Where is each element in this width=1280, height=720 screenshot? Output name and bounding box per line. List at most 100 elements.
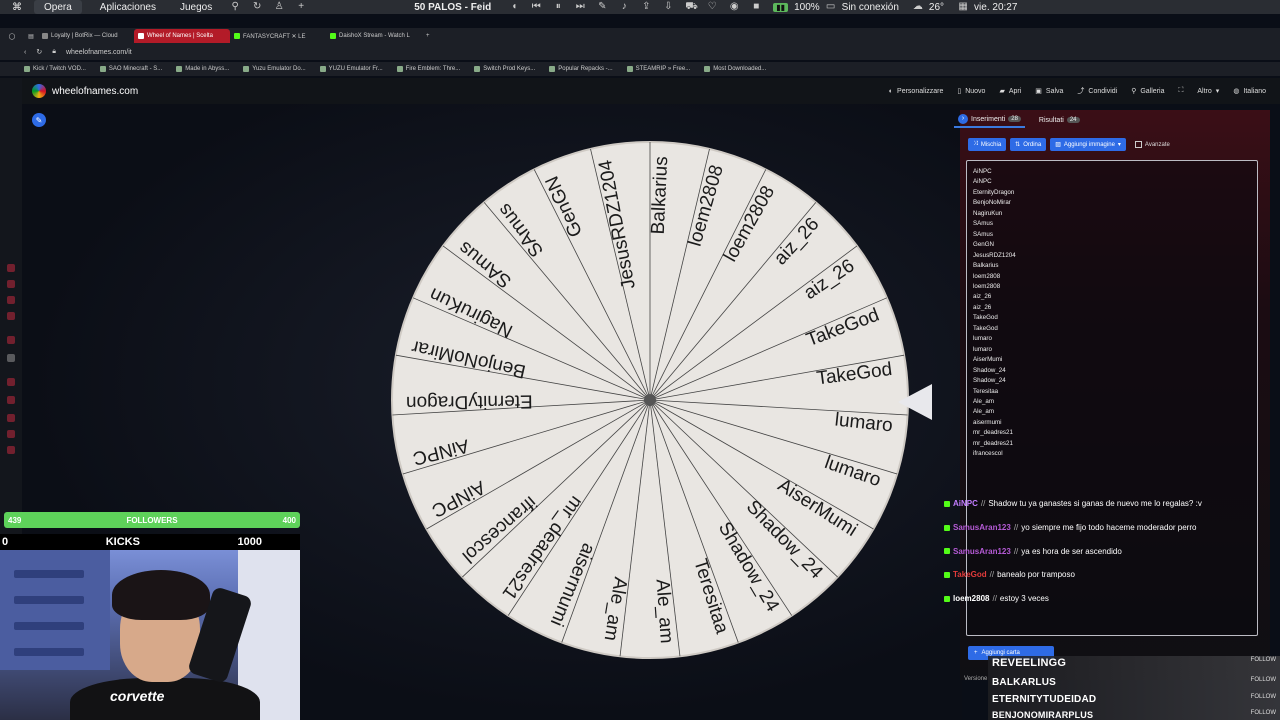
bookmark-item[interactable]: Switch Prod Keys... [474,66,535,72]
entry-line[interactable]: AiNPC [973,177,1016,187]
entry-line[interactable]: loem2808 [973,272,1016,282]
pause-icon[interactable]: ⏸ [553,2,563,12]
sidebar-app-icon[interactable] [7,280,15,288]
app-juegos[interactable]: Juegos [168,0,224,14]
upload-icon[interactable]: ⇪ [641,2,651,12]
new-tab-icon[interactable]: + [426,33,430,39]
entry-line[interactable]: lumaro [973,345,1016,355]
chat-username[interactable]: TakeGod [953,570,987,579]
reload-icon[interactable]: ↻ [36,48,42,56]
menu-save[interactable]: ▣ Salva [1035,86,1063,96]
chat-username[interactable]: AiNPC [953,499,978,508]
menu-customize[interactable]: ◐ Personalizzare [889,86,944,96]
tiktok-icon[interactable]: ♪ [619,2,629,12]
camera-icon[interactable]: ■ [751,2,761,12]
sidebar-app-icon[interactable] [7,430,15,438]
entry-line[interactable]: Shadow_24 [973,376,1016,386]
sidebar-app-icon[interactable] [7,264,15,272]
os-menu-icon[interactable]: ⌘ [0,0,34,14]
heart-icon[interactable]: ♡ [707,2,717,12]
edge-icon[interactable]: ◉ [729,2,739,12]
chat-username[interactable]: loem2808 [953,594,989,603]
pen-icon[interactable]: ✎ [597,2,607,12]
menu-share[interactable]: ⤴ Condividi [1077,86,1117,96]
bookmark-item[interactable]: Yuzu Emulator Do... [243,66,306,72]
site-logo[interactable]: wheelofnames.com [32,84,138,98]
sidebar-app-icon[interactable] [7,396,15,404]
sidebar-app-icon[interactable] [7,312,15,320]
app-opera[interactable]: Opera [34,0,82,14]
sidebar-app-icon[interactable] [7,414,15,422]
entry-line[interactable]: SAmus [973,230,1016,240]
chat-username[interactable]: SamusAran123 [953,547,1011,556]
bookmark-item[interactable]: Made in Abyss... [176,66,229,72]
back-icon[interactable]: ‹ [24,49,26,56]
volume-icon[interactable]: ◖ [509,2,519,12]
menu-language[interactable]: ◍ Italiano [1233,86,1266,96]
entry-line[interactable]: loem2808 [973,282,1016,292]
entry-line[interactable]: aisermumi [973,418,1016,428]
monitor-icon[interactable]: ▭ [826,2,836,12]
plus-icon[interactable]: + [296,2,306,12]
entry-line[interactable]: GenGN [973,240,1016,250]
bookmark-item[interactable]: YUZU Emulator Fr... [319,66,383,72]
bookmark-item[interactable]: Most Downloaded... [704,66,766,72]
wheel-hub[interactable] [644,394,656,406]
entry-line[interactable]: BenjoNoMirar [973,198,1016,208]
advanced-checkbox[interactable]: Avanzate [1130,138,1175,151]
app-aplicaciones[interactable]: Aplicaciones [88,0,168,14]
opera-icon[interactable]: ◯ [0,33,24,40]
name-wheel[interactable]: aisermumimr_deadres21ifrancescolAiNPCAiN… [388,138,912,662]
entry-line[interactable]: Shadow_24 [973,366,1016,376]
entry-line[interactable]: AiserMumi [973,355,1016,365]
refresh-icon[interactable]: ↻ [252,2,262,12]
menu-more[interactable]: Altro ▾ [1197,86,1219,96]
tab-fantasycraft[interactable]: FANTASYCRAFT ✕ LE [230,29,326,43]
entry-line[interactable]: Ale_am [973,407,1016,417]
sort-button[interactable]: ⇅ Ordina [1010,138,1047,151]
bookmark-item[interactable]: Kick / Twitch VOD... [24,66,86,72]
fullscreen-button[interactable]: ⛶ [1178,86,1183,96]
entry-line[interactable]: SAmus [973,219,1016,229]
bookmark-item[interactable]: Popular Repacks -... [549,66,613,72]
sidebar-app-icon[interactable] [7,336,15,344]
add-image-button[interactable]: ▨ Aggiungi immagine ▾ [1050,138,1126,151]
sidebar-app-icon[interactable] [7,296,15,304]
entry-line[interactable]: EternityDragon [973,188,1016,198]
edit-pencil-button[interactable]: ✎ [32,113,46,127]
entry-line[interactable]: mr_deadres21 [973,439,1016,449]
menu-new[interactable]: ▯ Nuovo [957,86,985,96]
menu-gallery[interactable]: ⚲ Galleria [1131,86,1164,96]
entry-line[interactable]: aiz_26 [973,303,1016,313]
cart-icon[interactable]: ⛟ [685,2,698,12]
link-icon[interactable]: ⚲ [230,2,240,12]
prev-icon[interactable]: ⏮ [531,2,541,12]
entry-line[interactable]: ifrancescol [973,449,1016,459]
settings-icon[interactable] [7,446,15,454]
bookmark-item[interactable]: SAO Minecraft - S... [99,66,162,72]
tab-loyalty[interactable]: Loyalty | BotRix — Cloud [38,29,134,43]
menu-open[interactable]: ▰ Apri [999,86,1021,96]
sidebar-app-icon[interactable] [7,378,15,386]
tab-entries[interactable]: › Inserimenti 28 [954,112,1025,128]
shuffle-button[interactable]: ⤨ Mischia [968,138,1007,151]
entry-line[interactable]: mr_deadres21 [973,428,1016,438]
tab-wheel-of-names[interactable]: Wheel of Names | Scelta [134,29,230,43]
chat-username[interactable]: SamusAran123 [953,523,1011,532]
bookmark-item[interactable]: STEAMRIP » Free... [626,66,690,72]
entry-line[interactable]: TakeGod [973,313,1016,323]
entry-line[interactable]: Teresitaa [973,387,1016,397]
download-icon[interactable]: ⇩ [663,2,673,12]
entry-line[interactable]: Ale_am [973,397,1016,407]
entry-line[interactable]: aiz_26 [973,292,1016,302]
tab-results[interactable]: Risultati 24 [1035,115,1084,126]
entry-line[interactable]: AiNPC [973,167,1016,177]
entry-line[interactable]: Balkarius [973,261,1016,271]
entry-line[interactable]: TakeGod [973,324,1016,334]
person-icon[interactable]: ♙ [274,2,284,12]
bookmark-item[interactable]: Fire Emblem: Thre... [396,66,460,72]
entry-line[interactable]: JesusRDZ1204 [973,251,1016,261]
entry-line[interactable]: NagiruKun [973,209,1016,219]
x-icon[interactable] [7,354,15,362]
next-icon[interactable]: ⏭ [575,2,585,12]
